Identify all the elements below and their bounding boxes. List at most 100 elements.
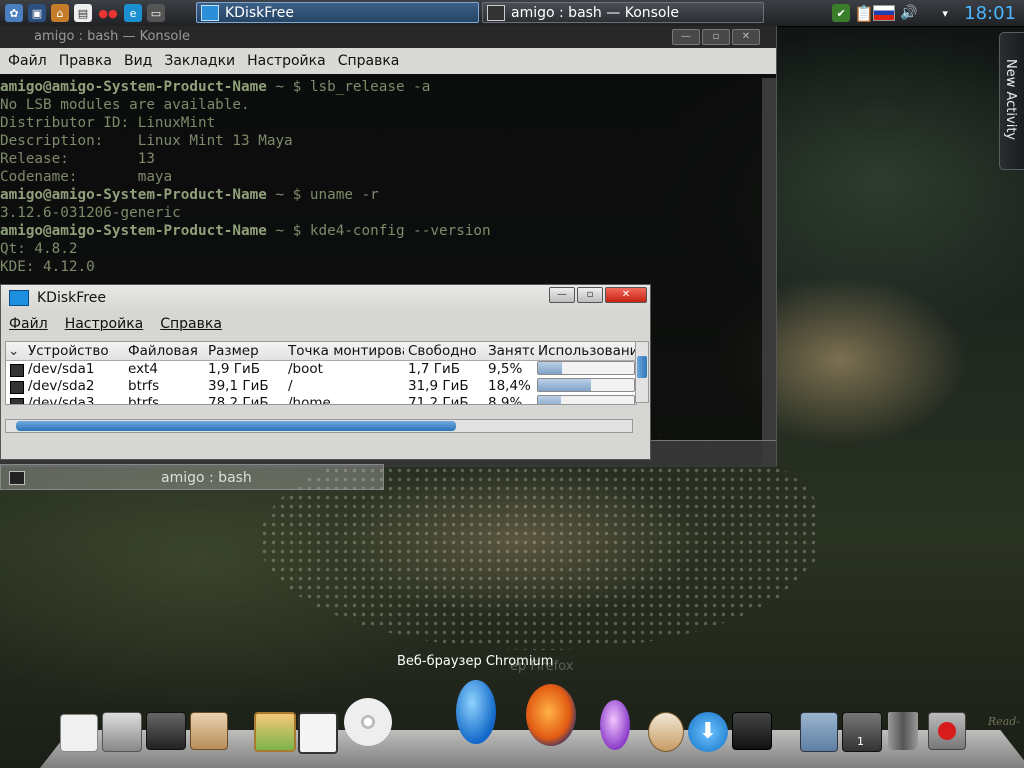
cell-size: 39,1 ГиБ [208, 378, 269, 394]
sort-chevron-icon[interactable]: ⌄ [8, 343, 19, 359]
maximize-button[interactable]: ▫ [702, 29, 730, 45]
dock-download-icon[interactable]: ⬇ [688, 712, 728, 752]
workspace-badge: 1 [857, 735, 864, 748]
terminal-output-text: Release: 13 [0, 151, 155, 167]
kdiskfree-titlebar[interactable]: KDiskFree — ▫ ✕ [1, 285, 650, 311]
shield-icon[interactable]: ✔ [832, 4, 851, 22]
kdiskfree-menubar: Файл Настройка Справка [1, 311, 650, 337]
cell-device: /dev/sda1 [28, 361, 95, 377]
konsole-tab[interactable]: amigo : bash [0, 464, 384, 490]
scrollbar-thumb[interactable] [637, 356, 647, 378]
dock-notes-icon[interactable] [648, 712, 684, 752]
dock-camera-icon[interactable] [732, 712, 772, 750]
terminal-path: ~ $ [266, 187, 310, 203]
cell-device: /dev/sda2 [28, 378, 95, 394]
menu-view[interactable]: Вид [124, 53, 152, 69]
taskbar-item-label: KDiskFree [225, 4, 294, 21]
dock-recorder-icon[interactable] [928, 712, 966, 750]
minimize-button[interactable]: — [672, 29, 700, 45]
new-activity-tab[interactable]: New Activity [999, 32, 1024, 170]
dock-trash-icon[interactable] [888, 712, 918, 750]
dock-computer-icon[interactable] [102, 712, 142, 752]
terminal-output-text: Codename: maya [0, 169, 173, 185]
dock-filing-cabinet-icon[interactable] [146, 712, 186, 750]
menu-help[interactable]: Справка [338, 53, 400, 69]
menu-settings[interactable]: Настройка [247, 53, 326, 69]
wallpaper-watermark: Read- [987, 715, 1020, 728]
usage-bar-fill [538, 362, 562, 374]
menu-bookmarks[interactable]: Закладки [164, 53, 235, 69]
hard-drive-icon [10, 364, 24, 377]
dock-crystal-icon[interactable] [600, 700, 630, 750]
document-icon[interactable]: ▤ [74, 4, 92, 22]
column-header-usage[interactable]: Использовани [538, 343, 636, 359]
cell-size: 1,9 ГиБ [208, 361, 261, 377]
usage-bar [537, 395, 635, 404]
table-vertical-scrollbar[interactable] [635, 341, 649, 403]
cell-fs: btrfs [128, 395, 160, 405]
konsole-menubar: Файл Правка Вид Закладки Настройка Справ… [0, 48, 776, 74]
cell-used: 9,5% [488, 361, 523, 377]
terminal-line: Qt: 4.8.2 [0, 240, 760, 258]
dock-workspace-switcher-icon[interactable]: 1 [842, 712, 882, 752]
desktop-icon[interactable]: ▣ [28, 4, 46, 22]
dock-calendar-icon[interactable] [60, 714, 98, 752]
scrollbar-thumb[interactable] [16, 421, 456, 431]
menu-edit[interactable]: Правка [59, 53, 112, 69]
taskbar-item-kdiskfree[interactable]: KDiskFree [196, 2, 479, 23]
menu-settings[interactable]: Настройка [65, 316, 144, 332]
cell-free: 1,7 ГиБ [408, 361, 461, 377]
close-button[interactable]: ✕ [605, 287, 647, 303]
dock-image-viewer-icon[interactable] [254, 712, 296, 752]
column-header-device[interactable]: Устройство [28, 343, 124, 359]
dock-folders-icon[interactable] [800, 712, 838, 752]
printer-icon[interactable]: ▭ [147, 4, 165, 22]
table-horizontal-scrollbar[interactable] [5, 419, 633, 433]
close-button[interactable]: ✕ [732, 29, 760, 45]
maximize-button[interactable]: ▫ [577, 287, 603, 303]
dock-package-icon[interactable] [190, 712, 228, 750]
volume-icon[interactable]: 🔊 [900, 4, 918, 22]
kdiskfree-task-icon [201, 4, 219, 21]
usage-bar-fill [538, 396, 562, 404]
tray-expand-icon[interactable]: ▾ [936, 4, 954, 22]
terminal-line: Release: 13 [0, 150, 760, 168]
column-header-filesystem[interactable]: Файловая [128, 343, 204, 359]
menu-file[interactable]: Файл [9, 316, 48, 332]
dock-chromium-icon[interactable] [456, 680, 496, 744]
dock-tooltip: Веб-браузер Chromium [397, 654, 554, 669]
clock[interactable]: 18:01 [964, 3, 1016, 24]
clipboard-icon[interactable]: 📋 [854, 4, 874, 23]
dock-firefox-icon[interactable] [526, 684, 576, 746]
taskbar-item-konsole[interactable]: amigo : bash — Konsole [482, 2, 764, 23]
konsole-titlebar[interactable]: amigo : bash — Konsole — ▫ ✕ [0, 26, 776, 48]
dock-docs-icon[interactable] [298, 712, 338, 754]
terminal-output[interactable]: amigo@amigo-System-Product-Name ~ $ lsb_… [0, 78, 760, 288]
terminal-scrollbar[interactable] [762, 78, 776, 466]
terminal-output-text: Qt: 4.8.2 [0, 241, 78, 257]
usage-bar [537, 378, 635, 392]
table-row[interactable]: /dev/sda3 btrfs 78,2 ГиБ/home 71,2 ГиБ 8,9% [6, 395, 636, 405]
keyboard-layout-flag-icon[interactable] [873, 5, 896, 21]
terminal-prompt: amigo@amigo-System-Product-Name [0, 223, 267, 239]
terminal-line: No LSB modules are available. [0, 96, 760, 114]
menu-help[interactable]: Справка [160, 316, 222, 332]
home-folder-icon[interactable]: ⌂ [51, 4, 69, 22]
system-tray: ✔ 📋 🔊 ▾ 18:01 [827, 0, 1024, 26]
browser-icon[interactable]: e [124, 4, 142, 22]
dock-cd-icon[interactable] [344, 698, 392, 746]
table-row[interactable]: /dev/sda1 ext4 1,9 ГиБ/boot 1,7 ГиБ 9,5% [6, 361, 636, 378]
column-header-used[interactable]: Занято [488, 343, 534, 359]
column-header-free[interactable]: Свободно [408, 343, 484, 359]
minimize-button[interactable]: — [549, 287, 575, 303]
application-menu-icon[interactable]: ✿ [5, 4, 23, 22]
menu-file[interactable]: Файл [8, 53, 47, 69]
terminal-line: Codename: maya [0, 168, 760, 186]
usage-bar-fill [538, 379, 591, 391]
color-dots-icon[interactable]: ●● [97, 4, 119, 22]
table-row[interactable]: /dev/sda2 btrfs 39,1 ГиБ / 31,9 ГиБ 18,4% [6, 378, 636, 395]
cell-device: /dev/sda3 [28, 395, 95, 405]
column-header-mountpoint[interactable]: Точка монтирова [288, 343, 404, 359]
column-header-size[interactable]: Размер [208, 343, 284, 359]
hard-drive-icon [10, 398, 24, 404]
